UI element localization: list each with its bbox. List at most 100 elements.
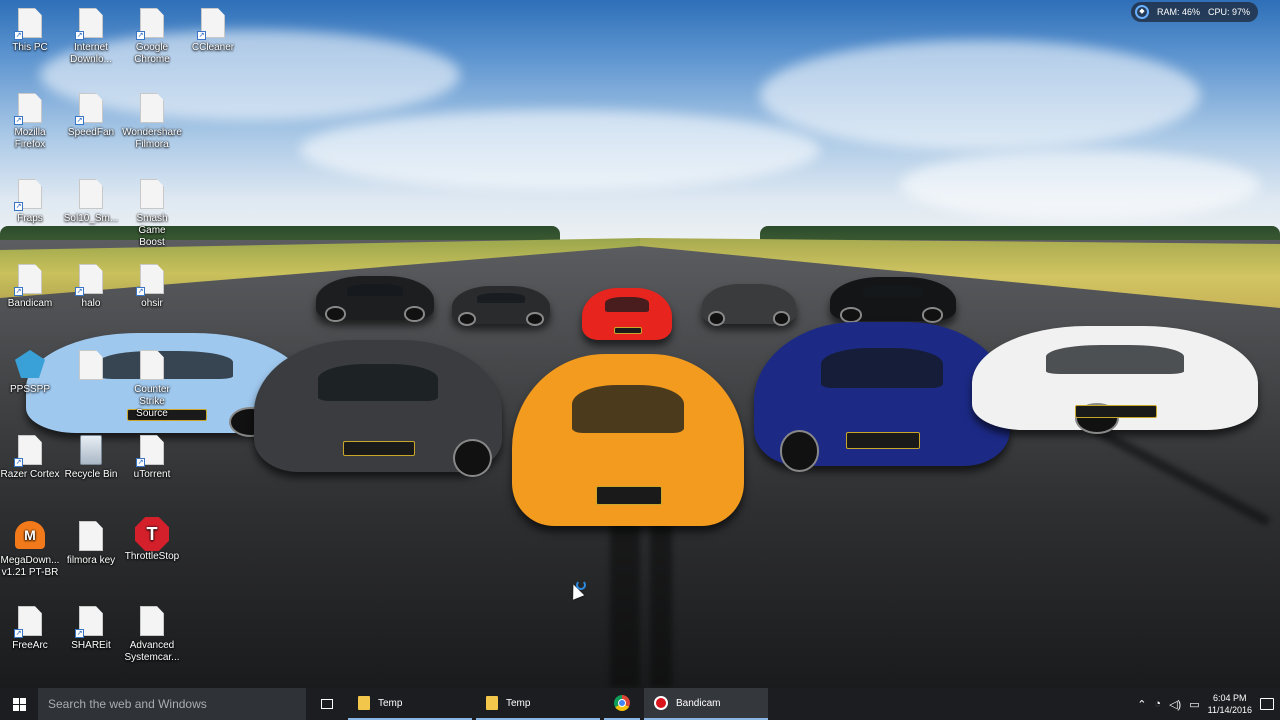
start-button[interactable] [0,688,38,720]
shortcut-arrow-icon: ↗ [75,116,84,125]
file-icon: ↗ [14,606,42,638]
desktop-icon-google-chrome[interactable]: ↗ Google Chrome [122,8,182,66]
desktop-icon-label: ohsir [141,298,163,309]
clock[interactable]: 6:04 PM 11/14/2016 [1208,692,1252,716]
desktop-icon-razer-cortex[interactable]: ↗ Razer Cortex [0,435,60,481]
desktop-icon-label: halo [81,298,101,309]
taskbar-button-chrome[interactable] [604,688,640,720]
desktop-icon-internet-downlo[interactable]: ↗ Internet Downlo... [61,8,121,66]
desktop-icon-speedfan[interactable]: ↗ SpeedFan [61,93,121,139]
file-icon: ↗ [14,8,42,40]
wallpaper-car-orange [512,354,744,526]
file-icon: ↗ [75,606,103,638]
taskbar-button-temp-1[interactable]: Temp [348,688,472,720]
desktop-icon-filmora-key[interactable]: filmora key [61,521,121,567]
desktop-icon-utorrent[interactable]: ↗ uTorrent [122,435,182,481]
desktop-icon-label: Advanced Systemcar... [124,640,180,663]
recycle-bin-icon [79,435,103,465]
desktop-icon-ccleaner[interactable]: ↗ CCleaner [183,8,243,54]
file-icon [79,179,103,209]
file-icon [140,350,164,380]
desktop-icon-label: Smash Game Boost [136,213,168,248]
desktop-icon-label: Mozilla Firefox [14,127,46,150]
chevron-up-icon[interactable]: ⌃ [1137,698,1146,711]
shortcut-arrow-icon: ↗ [75,31,84,40]
file-icon: ↗ [14,179,42,211]
busy-spinner-icon [576,580,586,590]
desktop-icon-this-pc[interactable]: ↗ This PC [0,8,60,54]
file-icon: ↗ [75,93,103,125]
task-view-button[interactable] [306,688,348,720]
shortcut-arrow-icon: ↗ [14,287,23,296]
taskbar-button-temp-2[interactable]: Temp [476,688,600,720]
desktop-icon-label: This PC [12,42,48,53]
windows-logo-icon [12,697,26,711]
shortcut-arrow-icon: ↗ [14,458,23,467]
desktop-icon-advanced-systemcar[interactable]: Advanced Systemcar... [122,606,182,664]
desktop-icon-bandicam[interactable]: ↗ Bandicam [0,264,60,310]
file-icon: ↗ [75,8,103,40]
desktop-icon-label: uTorrent [133,469,171,480]
desktop-icon-label: Internet Downlo... [70,42,112,65]
cpu-usage: CPU: 97% [1207,7,1250,17]
shortcut-arrow-icon: ↗ [14,116,23,125]
desktop-icon-recycle-bin[interactable]: Recycle Bin [61,435,121,481]
desktop-icon-label: PPSSPP [9,384,51,395]
action-center-icon[interactable] [1260,698,1274,710]
desktop-icon-label: SpeedFan [67,127,115,138]
message-icon[interactable]: ▭ [1189,698,1199,711]
bandicam-icon [654,696,668,710]
desktop-icon-label: MegaDown... v1.21 PT-BR [0,555,60,578]
taskbar-button-bandicam[interactable]: Bandicam [644,688,768,720]
desktop-icon-label: Bandicam [7,298,53,309]
wallpaper-car-red [582,288,672,340]
chrome-icon [614,695,630,711]
shortcut-arrow-icon: ↗ [14,31,23,40]
desktop-icon-freearc[interactable]: ↗ FreeArc [0,606,60,652]
wallpaper-car-astonblack [830,277,956,323]
desktop-icon-megadown-v1-21-pt-br[interactable]: M MegaDown... v1.21 PT-BR [0,521,60,579]
wallpaper-car-atom [702,284,796,326]
file-icon [140,93,164,123]
file-icon [140,606,164,636]
gauge-icon: ◆ [1134,5,1149,19]
desktop-icon-fraps[interactable]: ↗ Fraps [0,179,60,225]
file-icon [140,179,164,209]
shortcut-arrow-icon: ↗ [136,31,145,40]
task-view-icon [321,699,333,709]
desktop-icon-label: Sol10_Sm... [63,213,119,224]
desktop-icon-mozilla-firefox[interactable]: ↗ Mozilla Firefox [0,93,60,151]
desktop-icon-throttlestop[interactable]: T ThrottleStop [122,517,182,563]
desktop-wallpaper [0,0,1280,688]
desktop-icon-shareit[interactable]: ↗ SHAREit [61,606,121,652]
desktop-icon-counter-strike-source[interactable]: Counter Strike Source [122,350,182,420]
taskbar-button-label: Temp [378,697,403,709]
desktop-icon-smash-game-boost[interactable]: Smash Game Boost [122,179,182,249]
desktop-icon-ppsspp[interactable]: PPSSPP [0,350,60,396]
clock-date: 11/14/2016 [1207,705,1252,715]
desktop-icon-wondershare-filmora[interactable]: Wondershare Filmora [122,93,182,151]
wallpaper-cloud [900,150,1260,220]
volume-icon[interactable]: ◁) [1169,698,1181,711]
folder-icon [486,696,498,710]
shortcut-arrow-icon: ↗ [75,629,84,638]
desktop-icon-halo[interactable]: ↗ halo [61,264,121,310]
folder-icon [358,696,370,710]
shortcut-arrow-icon: ↗ [136,287,145,296]
desktop-icon-blank[interactable] [61,350,121,384]
taskbar-button-label: Bandicam [676,697,721,709]
shortcut-arrow-icon: ↗ [75,287,84,296]
network-icon[interactable]: ◔ [1154,698,1161,710]
megadownloader-icon: M [15,521,45,551]
file-icon: ↗ [136,8,164,40]
file-icon: ↗ [75,264,103,296]
search-box[interactable]: Search the web and Windows [38,688,306,720]
wallpaper-car-grey [254,340,502,478]
taskbar-button-label: Temp [506,697,531,709]
desktop-icon-label: FreeArc [12,640,48,651]
desktop-icon-sol10-sm[interactable]: Sol10_Sm... [61,179,121,225]
system-tray: ⌃ ◔ ◁) ▭ 6:04 PM 11/14/2016 [1137,688,1280,720]
desktop-icon-ohsir[interactable]: ↗ ohsir [122,264,182,310]
file-icon [79,350,103,380]
file-icon: ↗ [14,264,42,296]
